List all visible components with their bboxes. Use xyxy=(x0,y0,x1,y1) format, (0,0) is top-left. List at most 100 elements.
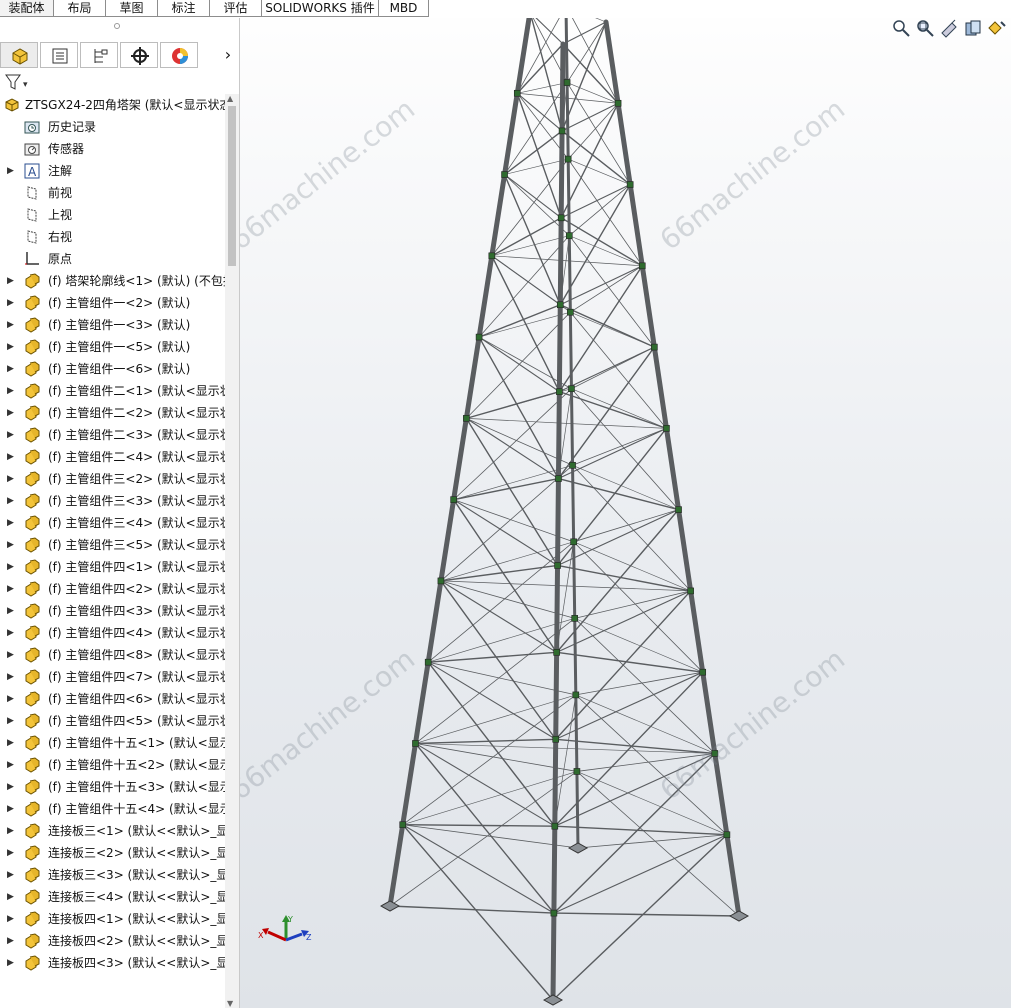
tree-item[interactable]: ▶ 连接板三<3> (默认<<默认>_显 xyxy=(0,864,226,886)
tree-scrollbar[interactable]: ▲ ▼ xyxy=(225,94,239,1008)
tree-item[interactable]: ▶ (f) 主管组件四<1> (默认<显示状 xyxy=(0,556,226,578)
expand-arrow-icon[interactable]: ▶ xyxy=(7,732,14,754)
expand-arrow-icon[interactable]: ▶ xyxy=(7,886,14,908)
expand-arrow-icon[interactable]: ▶ xyxy=(7,644,14,666)
expand-arrow-icon[interactable]: ▶ xyxy=(7,424,14,446)
expand-arrow-icon[interactable]: ▶ xyxy=(7,930,14,952)
tree-item[interactable]: ▶ (f) 主管组件一<2> (默认) xyxy=(0,292,226,314)
scroll-thumb[interactable] xyxy=(228,106,236,266)
expand-arrow-icon[interactable]: ▶ xyxy=(7,270,14,292)
expand-arrow-icon[interactable]: ▶ xyxy=(7,512,14,534)
expand-arrow-icon[interactable]: ▶ xyxy=(7,468,14,490)
tree-root[interactable]: ZTSGX24-2四角塔架 (默认<显示状态 xyxy=(0,94,226,116)
tree-item[interactable]: ▶ 连接板四<1> (默认<<默认>_显 xyxy=(0,908,226,930)
tree-item[interactable]: ▶ (f) 主管组件四<7> (默认<显示状 xyxy=(0,666,226,688)
expand-arrow-icon[interactable]: ▶ xyxy=(7,908,14,930)
tree-item[interactable]: ▶ (f) 主管组件四<2> (默认<显示状 xyxy=(0,578,226,600)
previous-view-icon[interactable] xyxy=(939,18,959,38)
dimxpert-manager-tab[interactable] xyxy=(120,42,158,68)
tower-joint xyxy=(550,909,558,917)
property-manager-tab[interactable] xyxy=(40,42,78,68)
expand-arrow-icon[interactable]: ▶ xyxy=(7,160,14,182)
tab-3[interactable]: 标注 xyxy=(158,0,210,17)
scroll-down-icon[interactable]: ▼ xyxy=(227,999,233,1008)
display-manager-tab[interactable] xyxy=(160,42,198,68)
tree-item[interactable]: ▶ (f) 主管组件十五<3> (默认<显示 xyxy=(0,776,226,798)
graphics-area[interactable]: Y X Z 66machine.com 66machine.com 66mach… xyxy=(240,18,1011,1008)
tree-item[interactable]: ▶ (f) 主管组件三<5> (默认<显示状 xyxy=(0,534,226,556)
tree-item[interactable]: ▶ (f) 塔架轮廓线<1> (默认) (不包括 xyxy=(0,270,226,292)
tree-item[interactable]: ▶ (f) 主管组件四<6> (默认<显示状 xyxy=(0,688,226,710)
expand-arrow-icon[interactable]: ▶ xyxy=(7,446,14,468)
tree-item[interactable]: 上视 xyxy=(0,204,226,226)
tree-item[interactable]: ▶ (f) 主管组件一<3> (默认) xyxy=(0,314,226,336)
tab-2[interactable]: 草图 xyxy=(106,0,158,17)
expand-arrow-icon[interactable]: ▶ xyxy=(7,776,14,798)
expand-arrow-icon[interactable]: ▶ xyxy=(7,864,14,886)
tree-item[interactable]: ▶ (f) 主管组件一<6> (默认) xyxy=(0,358,226,380)
tree-item[interactable]: ▶ (f) 主管组件一<5> (默认) xyxy=(0,336,226,358)
tree-item[interactable]: ▶ (f) 主管组件四<3> (默认<显示状 xyxy=(0,600,226,622)
expand-arrow-icon[interactable]: ▶ xyxy=(7,820,14,842)
expand-arrow-icon[interactable]: ▶ xyxy=(7,798,14,820)
panel-grip[interactable] xyxy=(114,23,120,29)
scroll-up-icon[interactable]: ▲ xyxy=(227,94,233,103)
expand-arrow-icon[interactable]: ▶ xyxy=(7,754,14,776)
expand-arrow-icon[interactable]: ▶ xyxy=(7,490,14,512)
tab-0[interactable]: 装配体 xyxy=(0,0,54,17)
zoom-area-icon[interactable] xyxy=(915,18,935,38)
tree-item[interactable]: ▶ (f) 主管组件二<1> (默认<显示状 xyxy=(0,380,226,402)
tree-item[interactable]: ▶ (f) 主管组件四<5> (默认<显示状 xyxy=(0,710,226,732)
tree-item[interactable]: ▶ 连接板四<3> (默认<<默认>_显 xyxy=(0,952,226,974)
expand-arrow-icon[interactable]: ▶ xyxy=(7,292,14,314)
expand-arrow-icon[interactable]: ▶ xyxy=(7,688,14,710)
tree-item[interactable]: ▶ 连接板四<2> (默认<<默认>_显 xyxy=(0,930,226,952)
expand-arrow-icon[interactable]: ▶ xyxy=(7,952,14,974)
expand-arrow-icon[interactable]: ▶ xyxy=(7,314,14,336)
expand-arrow-icon[interactable]: ▶ xyxy=(7,556,14,578)
tree-item[interactable]: ▶ 连接板三<1> (默认<<默认>_显 xyxy=(0,820,226,842)
tree-item[interactable]: ▶ (f) 主管组件四<8> (默认<显示状 xyxy=(0,644,226,666)
tree-item[interactable]: ▶ (f) 主管组件十五<1> (默认<显示 xyxy=(0,732,226,754)
tree-item[interactable]: 右视 xyxy=(0,226,226,248)
filter-icon[interactable]: ▾ xyxy=(4,72,34,92)
tab-6[interactable]: MBD xyxy=(379,0,429,17)
tree-item[interactable]: 前视 xyxy=(0,182,226,204)
tree-item[interactable]: ▶ (f) 主管组件三<4> (默认<显示状 xyxy=(0,512,226,534)
feature-manager-tab[interactable] xyxy=(0,42,38,68)
tree-item[interactable]: 原点 xyxy=(0,248,226,270)
tree-item[interactable]: ▶ 连接板三<2> (默认<<默认>_显 xyxy=(0,842,226,864)
expand-arrow-icon[interactable]: ▶ xyxy=(7,600,14,622)
chevron-right-icon[interactable]: › xyxy=(218,44,238,66)
tab-1[interactable]: 布局 xyxy=(54,0,106,17)
tree-item[interactable]: ▶ (f) 主管组件三<2> (默认<显示状 xyxy=(0,468,226,490)
section-view-icon[interactable] xyxy=(963,18,983,38)
view-orientation-icon[interactable] xyxy=(987,18,1007,38)
expand-arrow-icon[interactable]: ▶ xyxy=(7,578,14,600)
configuration-manager-tab[interactable] xyxy=(80,42,118,68)
tree-item[interactable]: 历史记录 xyxy=(0,116,226,138)
expand-arrow-icon[interactable]: ▶ xyxy=(7,666,14,688)
tree-item[interactable]: ▶ (f) 主管组件二<3> (默认<显示状 xyxy=(0,424,226,446)
zoom-to-fit-icon[interactable] xyxy=(891,18,911,38)
expand-arrow-icon[interactable]: ▶ xyxy=(7,534,14,556)
expand-arrow-icon[interactable]: ▶ xyxy=(7,710,14,732)
tree-item[interactable]: ▶ (f) 主管组件二<4> (默认<显示状 xyxy=(0,446,226,468)
tree-item[interactable]: ▶ (f) 主管组件二<2> (默认<显示状 xyxy=(0,402,226,424)
tree-item[interactable]: ▶ 连接板三<4> (默认<<默认>_显 xyxy=(0,886,226,908)
part-icon xyxy=(25,559,40,575)
expand-arrow-icon[interactable]: ▶ xyxy=(7,336,14,358)
tree-item[interactable]: ▶ (f) 主管组件十五<2> (默认<显示 xyxy=(0,754,226,776)
tree-item[interactable]: ▶ A 注解 xyxy=(0,160,226,182)
expand-arrow-icon[interactable]: ▶ xyxy=(7,358,14,380)
tree-item[interactable]: ▶ (f) 主管组件三<3> (默认<显示状 xyxy=(0,490,226,512)
expand-arrow-icon[interactable]: ▶ xyxy=(7,842,14,864)
tree-item[interactable]: ▶ (f) 主管组件十五<4> (默认<显示 xyxy=(0,798,226,820)
expand-arrow-icon[interactable]: ▶ xyxy=(7,622,14,644)
tree-item[interactable]: 传感器 xyxy=(0,138,226,160)
expand-arrow-icon[interactable]: ▶ xyxy=(7,402,14,424)
expand-arrow-icon[interactable]: ▶ xyxy=(7,380,14,402)
tree-item[interactable]: ▶ (f) 主管组件四<4> (默认<显示状 xyxy=(0,622,226,644)
tab-4[interactable]: 评估 xyxy=(210,0,262,17)
tab-5[interactable]: SOLIDWORKS 插件 xyxy=(262,0,379,17)
